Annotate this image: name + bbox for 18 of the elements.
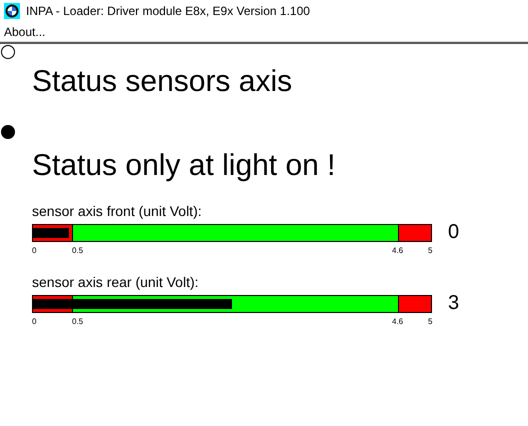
tick-label: 0 bbox=[32, 246, 36, 255]
gauge-label: sensor axis front (unit Volt): bbox=[32, 203, 203, 219]
menu-item[interactable]: About... bbox=[4, 25, 46, 39]
tick-label: 5 bbox=[428, 317, 432, 326]
tick-label: 0.5 bbox=[72, 317, 84, 326]
window-title: INPA - Loader: Driver module E8x, E9x Version 1.100 bbox=[26, 4, 310, 18]
tick-label: 4.6 bbox=[392, 317, 404, 326]
tick-label: 5 bbox=[428, 246, 432, 255]
app-logo-icon bbox=[4, 3, 20, 19]
gauge-zone bbox=[399, 296, 431, 312]
gauge-reading: 0 bbox=[448, 221, 460, 244]
gauge-label: sensor axis rear (unit Volt): bbox=[32, 274, 200, 290]
tick-label: 0.5 bbox=[72, 246, 84, 255]
status-heading: Status only at light on ! bbox=[32, 149, 337, 183]
status-heading: Status sensors axis bbox=[32, 65, 294, 99]
tick-label: 0 bbox=[32, 317, 36, 326]
gauge-reading: 3 bbox=[448, 292, 460, 315]
tick-label: 4.6 bbox=[392, 246, 404, 255]
